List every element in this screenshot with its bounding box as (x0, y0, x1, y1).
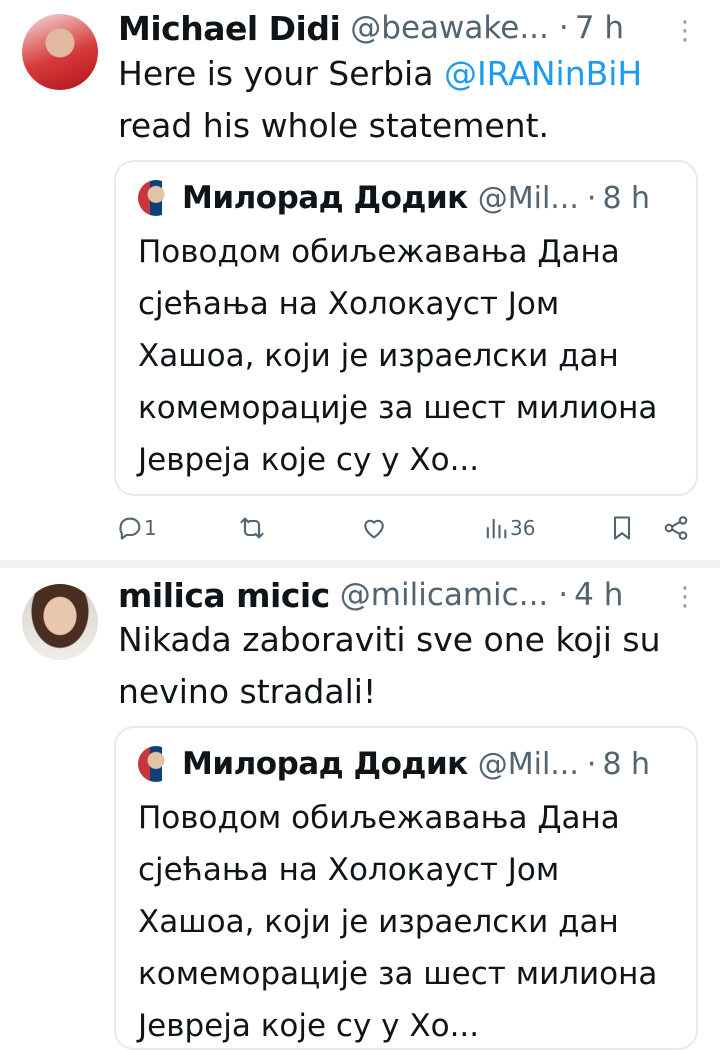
reply-count: 1 (144, 516, 157, 540)
views-count: 36 (510, 516, 536, 540)
tweet-header: Michael Didi @beawake... · 7 h (118, 8, 692, 48)
avatar[interactable] (22, 14, 98, 90)
avatar (138, 180, 174, 216)
author-name[interactable]: milica micic (118, 576, 330, 615)
retweet-button[interactable] (238, 514, 266, 542)
views-button[interactable]: 36 (482, 514, 535, 542)
share-icon (664, 516, 688, 540)
quoted-author-name: Милорад Додик (182, 746, 468, 782)
separator: · (558, 10, 569, 46)
separator: · (558, 577, 569, 613)
quoted-tweet[interactable]: Милорад Додик @Mil... · 8 h Поводом обиљ… (114, 160, 698, 496)
quoted-author-name: Милорад Додик (182, 180, 468, 216)
tweet-text: Here is your Serbia @IRANinBiH read his … (118, 48, 696, 152)
author-name[interactable]: Michael Didi (118, 9, 341, 48)
quoted-timestamp: 8 h (602, 180, 651, 216)
tweet-text-part: read his whole statement. (118, 106, 550, 145)
views-icon (486, 518, 507, 539)
avatar[interactable] (22, 584, 98, 660)
tweet-text-part: Here is your Serbia (118, 54, 444, 93)
tweet-actions: 1 36 (116, 508, 692, 552)
separator: · (586, 746, 597, 782)
separator: · (586, 180, 597, 216)
share-button[interactable] (662, 514, 690, 542)
more-vertical-icon[interactable]: ⋮ (672, 584, 698, 610)
timestamp[interactable]: 4 h (574, 577, 623, 613)
quoted-tweet-header: Милорад Додик @Mil... · 8 h (138, 178, 682, 218)
tweet-header: milica micic @milicamic... · 4 h (118, 575, 692, 615)
retweet-icon (240, 517, 264, 539)
tweet-divider (0, 560, 720, 568)
quoted-tweet[interactable]: Милорад Додик @Mil... · 8 h Поводом обиљ… (114, 726, 698, 1050)
bookmark-button[interactable] (608, 514, 636, 542)
quoted-tweet-header: Милорад Додик @Mil... · 8 h (138, 744, 682, 784)
quoted-tweet-text: Поводом обиљежавања Дана сјећања на Холо… (138, 234, 658, 478)
tweet-text: Nikada zaboraviti sve one koji su nevino… (118, 620, 661, 711)
bookmark-icon (613, 516, 631, 540)
quoted-author-handle: @Mil... (477, 180, 579, 216)
tweet[interactable]: Michael Didi @beawake... · 7 h ⋮ Here is… (0, 0, 720, 560)
timestamp[interactable]: 7 h (575, 10, 624, 46)
mention-link[interactable]: @IRANinBiH (444, 54, 642, 93)
quoted-timestamp: 8 h (602, 746, 651, 782)
heart-icon (364, 519, 384, 539)
quoted-author-handle: @Mil... (477, 746, 579, 782)
like-button[interactable] (360, 514, 388, 542)
author-handle[interactable]: @milicamic... (340, 577, 549, 613)
reply-icon (119, 517, 141, 540)
quoted-tweet-text: Поводом обиљежавања Дана сјећања на Холо… (138, 800, 658, 1044)
more-vertical-icon[interactable]: ⋮ (672, 18, 698, 44)
author-handle[interactable]: @beawake... (350, 10, 549, 46)
avatar (138, 746, 174, 782)
reply-button[interactable]: 1 (116, 514, 157, 542)
